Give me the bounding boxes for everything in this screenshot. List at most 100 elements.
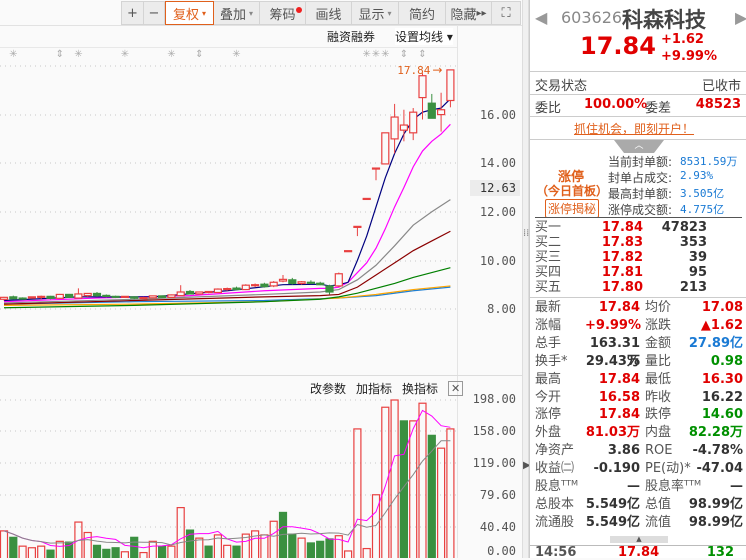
candle-body: [55, 293, 64, 299]
stat-value: ▲1.62: [700, 317, 743, 333]
candle-body: [27, 296, 36, 299]
zoom-out-button[interactable]: −: [144, 2, 165, 24]
candle-body: [213, 288, 222, 294]
candle-body: [46, 295, 55, 299]
hide-button[interactable]: 隐藏 ▸▸: [446, 2, 492, 24]
zoom-in-button[interactable]: +: [122, 2, 144, 24]
chart-toolbar: + − 复权 ▾ 叠加 ▾ 筹码 画线 显示 ▾ 简约 隐藏 ▸▸ ⛶: [121, 1, 521, 25]
margin-trading-button[interactable]: 融资融券: [327, 28, 375, 45]
limit-up-stat-value: 3.505亿: [680, 187, 725, 200]
candle-body: [130, 296, 139, 299]
bid-level-label: 买三: [535, 250, 562, 265]
volume-bar: [167, 545, 176, 558]
price-axis-label: 8.00: [487, 302, 516, 316]
event-marker-icon: ⇕: [400, 49, 408, 60]
volume-bar: [362, 547, 371, 558]
volume-bar: [195, 537, 204, 558]
candle-body: [260, 283, 269, 288]
candle-body: [185, 290, 195, 295]
stat-label: 金额: [645, 335, 672, 351]
stat-label: 涨停: [535, 407, 562, 423]
stat-value: 17.84: [598, 371, 640, 387]
stock-code: 603626: [561, 8, 623, 27]
volume-bar: [27, 547, 36, 558]
divider: [0, 25, 522, 26]
candle-body: [325, 285, 334, 293]
bid-volume: 213: [679, 280, 707, 295]
divider: [530, 71, 746, 72]
fuquan-dropdown[interactable]: 复权 ▾: [165, 1, 214, 25]
volume-bar: [176, 507, 185, 558]
candle-body: [158, 295, 167, 298]
stat-row: 今开 16.58 昨收 16.22: [535, 389, 743, 407]
weibi-label: 委比: [535, 101, 562, 116]
simple-button[interactable]: 简约: [399, 2, 446, 24]
stat-label: 总手: [535, 335, 562, 351]
stat-label: 流值: [645, 514, 672, 530]
candle-body: [427, 102, 436, 119]
divider: [530, 297, 746, 298]
stat-label: 总股本: [535, 496, 575, 512]
overlay-dropdown[interactable]: 叠加 ▾: [214, 2, 260, 24]
collapse-up-icon[interactable]: ︿: [614, 140, 664, 153]
change-params-button[interactable]: 改参数: [310, 380, 346, 397]
add-indicator-button[interactable]: 加指标: [356, 380, 392, 397]
stat-value: 17.08: [701, 300, 743, 315]
close-icon[interactable]: ✕: [448, 381, 464, 396]
stat-value: —: [730, 479, 743, 494]
stat-value: 98.99亿: [688, 514, 743, 530]
stat-label: 涨跌: [645, 317, 672, 333]
draw-button[interactable]: 画线: [306, 2, 352, 24]
volume-axis-label: 158.00: [472, 424, 516, 438]
set-ma-dropdown[interactable]: 设置均线 ▾: [395, 28, 453, 45]
panel-divider[interactable]: [0, 375, 522, 376]
volume-bar: [251, 530, 260, 558]
candle-body: [111, 295, 120, 298]
stat-label: ROE: [645, 443, 673, 459]
volume-bar: [148, 540, 157, 558]
price-axis-label: 12.00: [479, 205, 516, 219]
volume-bar: [111, 547, 120, 558]
stat-row: 涨幅 +9.99% 涨跌 ▲1.62: [535, 317, 743, 335]
bid-level-label: 买一: [535, 220, 562, 235]
event-marker-icon: ⇕: [195, 49, 203, 60]
candle-body: [9, 296, 18, 300]
limit-up-reveal-button[interactable]: 涨停揭秘: [545, 199, 600, 218]
volume-bar: [139, 551, 148, 558]
candle-body: [278, 278, 288, 282]
open-account-link[interactable]: 抓住机会，即刻开户！: [574, 120, 694, 137]
limit-up-stat-label: 封单占成交:: [608, 171, 673, 185]
expand-handle-icon[interactable]: ▲: [610, 536, 668, 543]
volume-bar: [437, 447, 446, 558]
fullscreen-button[interactable]: ⛶: [492, 2, 520, 24]
price-axis-label: 14.00: [479, 156, 516, 170]
stat-value: -4.78%: [692, 443, 744, 459]
candle-body: [288, 279, 297, 285]
quote-panel: ◀ ▶ 603626 科森科技 17.84 +1.62 +9.99% 交易状态 …: [529, 0, 746, 560]
limit-up-stat-value: 4.775亿: [680, 203, 725, 216]
limit-up-stat-label: 涨停成交额:: [608, 203, 673, 217]
order-book-row: 买三 17.82 39: [535, 250, 743, 265]
order-book-row: 买一 17.84 47823: [535, 220, 743, 235]
kline-chart[interactable]: ✳ ⇕ ✳ ✳ ✳ ⇕ ✳ ✳ ✳ ✳ ⇕ ⇕17.84 →: [0, 0, 522, 558]
panel-splitter[interactable]: ⁞⁞ ▶: [522, 0, 531, 558]
stat-value: 98.99亿: [688, 496, 743, 512]
bid-price: 17.84: [601, 220, 643, 235]
next-stock-icon[interactable]: ▶: [735, 8, 746, 27]
switch-indicator-button[interactable]: 换指标: [402, 380, 438, 397]
stat-row: 净资产 3.86 ROE -4.78%: [535, 442, 743, 460]
event-marker-icon: ✳: [121, 49, 129, 60]
volume-bar: [381, 406, 390, 558]
chevron-down-icon: ▾: [202, 8, 207, 18]
weicha-value: 48523: [695, 97, 741, 112]
prev-stock-icon[interactable]: ◀: [535, 8, 547, 27]
stat-row: 股息ᵀᵀᴹ — 股息率ᵀᵀᴹ —: [535, 478, 743, 496]
candle-body: [316, 282, 325, 286]
double-arrow-icon: ▸▸: [476, 7, 487, 19]
stat-value: 0.98: [710, 353, 743, 369]
volume-bar: [9, 536, 18, 558]
candle-body: [381, 132, 390, 165]
chips-button[interactable]: 筹码: [260, 2, 306, 24]
notification-dot-icon: [296, 7, 302, 13]
display-dropdown[interactable]: 显示 ▾: [352, 2, 399, 24]
